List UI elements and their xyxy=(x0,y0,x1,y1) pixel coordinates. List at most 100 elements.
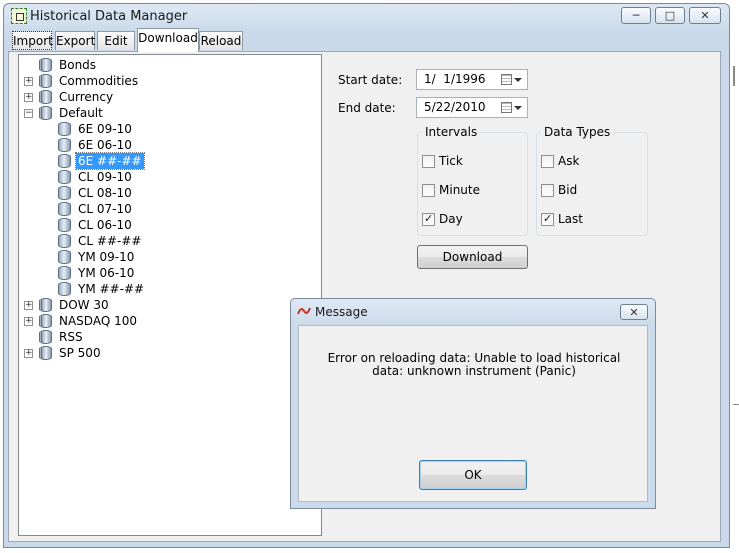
tree-node[interactable]: CL 06-10 xyxy=(19,217,319,233)
chevron-down-icon[interactable] xyxy=(514,78,522,82)
collapse-icon[interactable]: − xyxy=(24,109,33,118)
app-icon xyxy=(11,8,27,24)
tree-node[interactable]: 6E 06-10 xyxy=(19,137,319,153)
tick-checkbox[interactable] xyxy=(422,155,435,168)
tab-reload[interactable]: Reload xyxy=(199,31,243,50)
ask-checkbox[interactable] xyxy=(541,155,554,168)
tree-node[interactable]: CL ##-## xyxy=(19,233,319,249)
database-icon xyxy=(58,218,71,232)
start-date-picker[interactable]: 1/ 1/1996 xyxy=(416,69,528,90)
database-icon xyxy=(58,154,71,168)
tree-node[interactable]: YM 06-10 xyxy=(19,265,319,281)
tree-node-label[interactable]: Currency xyxy=(57,89,115,105)
database-icon xyxy=(58,186,71,200)
calendar-icon[interactable] xyxy=(501,74,512,85)
instrument-tree[interactable]: Bonds + Commodities + Currency − Default 6E 09-… xyxy=(18,54,322,536)
tree-node-label[interactable]: CL ##-## xyxy=(76,233,143,249)
dialog-close-button[interactable]: ✕ xyxy=(620,304,648,320)
tree-node[interactable]: RSS xyxy=(19,329,319,345)
tree-node[interactable]: + NASDAQ 100 xyxy=(19,313,319,329)
tree-node-label[interactable]: NASDAQ 100 xyxy=(57,313,139,329)
expand-icon[interactable]: + xyxy=(24,301,33,310)
day-label[interactable]: Day xyxy=(439,212,463,226)
tree-node[interactable]: CL 07-10 xyxy=(19,201,319,217)
tree-node[interactable]: YM ##-## xyxy=(19,281,319,297)
dialog-title: Message xyxy=(315,305,368,319)
tree-node-label[interactable]: CL 07-10 xyxy=(76,201,134,217)
database-icon xyxy=(39,74,52,88)
day-checkbox[interactable] xyxy=(422,212,435,226)
expand-icon[interactable]: + xyxy=(24,349,33,358)
dialog-body: Error on reloading data: Unable to load … xyxy=(298,325,648,502)
bid-checkbox[interactable] xyxy=(541,184,554,197)
dialog-message: Error on reloading data: Unable to load … xyxy=(327,351,621,378)
expand-icon[interactable]: + xyxy=(24,317,33,326)
tree-node[interactable]: Bonds xyxy=(19,57,319,73)
tree-node-label[interactable]: Default xyxy=(57,105,105,121)
database-icon xyxy=(39,298,52,312)
tree-node-label[interactable]: YM 09-10 xyxy=(76,249,136,265)
close-button[interactable]: ✕ xyxy=(689,7,721,24)
tree-node-label[interactable]: Bonds xyxy=(57,57,98,73)
tree-node[interactable]: CL 08-10 xyxy=(19,185,319,201)
database-icon xyxy=(39,106,52,120)
expand-icon[interactable]: + xyxy=(24,93,33,102)
database-icon xyxy=(58,138,71,152)
tree-node-label[interactable]: SP 500 xyxy=(57,345,103,361)
chevron-down-icon[interactable] xyxy=(514,106,522,110)
tab-import[interactable]: Import xyxy=(12,31,53,50)
tree-node-label[interactable]: DOW 30 xyxy=(57,297,111,313)
start-date-value: 1/ 1/1996 xyxy=(424,72,486,86)
database-icon xyxy=(58,266,71,280)
ok-button[interactable]: OK xyxy=(419,460,527,490)
end-date-picker[interactable]: 5/22/2010 xyxy=(416,97,528,118)
tab-edit[interactable]: Edit xyxy=(97,31,135,50)
tree-node[interactable]: + SP 500 xyxy=(19,345,319,361)
tree-node[interactable]: − Default xyxy=(19,105,319,121)
ask-label[interactable]: Ask xyxy=(558,154,579,168)
tree-node-label[interactable]: CL 06-10 xyxy=(76,217,134,233)
database-icon xyxy=(58,202,71,216)
tree-node-label[interactable]: Commodities xyxy=(57,73,140,89)
download-button[interactable]: Download xyxy=(417,245,528,269)
tree-node-label[interactable]: RSS xyxy=(57,329,85,345)
tree-node[interactable]: + Currency xyxy=(19,89,319,105)
window-title: Historical Data Manager xyxy=(30,9,188,24)
minute-label[interactable]: Minute xyxy=(439,183,480,197)
tab-export[interactable]: Export xyxy=(55,31,95,50)
message-app-icon xyxy=(297,305,311,317)
last-checkbox[interactable] xyxy=(541,212,554,226)
tree-node[interactable]: 6E 09-10 xyxy=(19,121,319,137)
tree-node-label[interactable]: 6E ##-## xyxy=(75,152,145,170)
tree-node[interactable]: CL 09-10 xyxy=(19,169,319,185)
tree-node-label[interactable]: 6E 06-10 xyxy=(76,137,134,153)
tree-node-label[interactable]: YM 06-10 xyxy=(76,265,136,281)
start-date-label: Start date: xyxy=(338,73,403,87)
minimize-button[interactable]: ─ xyxy=(621,7,651,24)
database-icon xyxy=(58,122,71,136)
database-icon xyxy=(58,170,71,184)
tree-node[interactable]: + DOW 30 xyxy=(19,297,319,313)
tree-node[interactable]: 6E ##-## xyxy=(19,152,319,170)
minute-checkbox[interactable] xyxy=(422,184,435,197)
tree-node-label[interactable]: YM ##-## xyxy=(76,281,146,297)
tree-node[interactable]: YM 09-10 xyxy=(19,249,319,265)
database-icon xyxy=(58,282,71,296)
calendar-icon[interactable] xyxy=(501,102,512,113)
bid-label[interactable]: Bid xyxy=(558,183,577,197)
tree-node[interactable]: + Commodities xyxy=(19,73,319,89)
last-label[interactable]: Last xyxy=(558,212,583,226)
tree-node-label[interactable]: 6E 09-10 xyxy=(76,121,134,137)
message-dialog: Message ✕ Error on reloading data: Unabl… xyxy=(290,298,656,509)
tree-node-label[interactable]: CL 09-10 xyxy=(76,169,134,185)
end-date-label: End date: xyxy=(338,101,396,115)
expand-icon[interactable]: + xyxy=(24,77,33,86)
tick-label[interactable]: Tick xyxy=(439,154,463,168)
tree-node-label[interactable]: CL 08-10 xyxy=(76,185,134,201)
database-icon xyxy=(39,346,52,360)
database-icon xyxy=(39,314,52,328)
tab-download[interactable]: Download xyxy=(137,28,199,52)
database-icon xyxy=(39,330,52,344)
database-icon xyxy=(58,234,71,248)
maximize-button[interactable]: □ xyxy=(655,7,685,24)
